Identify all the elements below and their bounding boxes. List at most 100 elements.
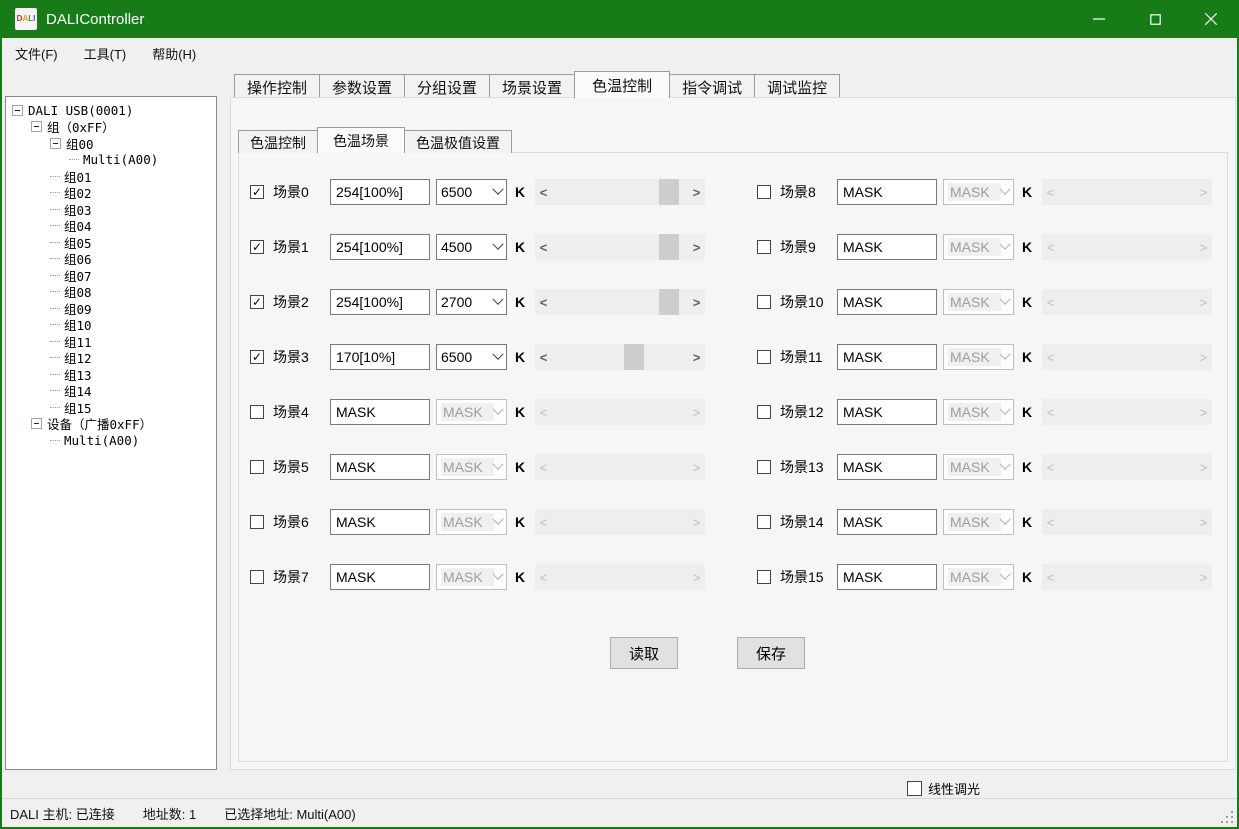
scene-level-input[interactable] [837,234,937,260]
tab-操作控制[interactable]: 操作控制 [234,74,320,98]
tree-item[interactable]: 设备（广播0xFF） [6,416,216,433]
linear-dimming-checkbox[interactable] [907,781,922,796]
scene-level-input[interactable] [837,344,937,370]
scene-checkbox[interactable]: ✓ [250,240,264,254]
scrollbar-left-arrow-icon[interactable]: < [535,179,552,205]
scene-checkbox[interactable] [757,515,771,529]
menu-item-1[interactable]: 工具(T) [71,39,140,68]
scene-scrollbar[interactable]: <> [535,344,705,370]
tree-item[interactable]: Multi(A00) [6,432,216,449]
menu-item-2[interactable]: 帮助(H) [139,39,209,68]
scrollbar-right-arrow-icon[interactable]: > [688,234,705,260]
scene-kelvin-dropdown[interactable]: MASK [943,234,1014,260]
scene-checkbox[interactable] [757,240,771,254]
scrollbar-thumb[interactable] [659,179,679,205]
maximize-button[interactable] [1127,0,1183,38]
scrollbar-left-arrow-icon[interactable]: < [535,289,552,315]
tree-item[interactable]: 组15 [6,399,216,416]
scene-checkbox[interactable]: ✓ [250,185,264,199]
linear-dimming-option[interactable]: 线性调光 [907,779,980,798]
scene-level-input[interactable] [837,564,937,590]
menu-item-0[interactable]: 文件(F) [2,39,71,68]
tree-item[interactable]: 组13 [6,366,216,383]
tree-expander-icon[interactable] [31,418,42,429]
tree-item[interactable]: 组07 [6,267,216,284]
scene-level-input[interactable] [837,509,937,535]
scene-level-input[interactable] [837,399,937,425]
scene-level-input[interactable] [330,454,430,480]
tab-场景设置[interactable]: 场景设置 [489,74,575,98]
tree-item[interactable]: 组02 [6,185,216,202]
tab-分组设置[interactable]: 分组设置 [404,74,490,98]
scene-level-input[interactable] [837,454,937,480]
scene-checkbox[interactable] [250,515,264,529]
scene-checkbox[interactable] [757,405,771,419]
scene-kelvin-dropdown[interactable]: MASK [943,344,1014,370]
read-button[interactable]: 读取 [610,637,678,669]
scrollbar-thumb[interactable] [624,344,644,370]
tree-item[interactable]: 组14 [6,383,216,400]
scene-level-input[interactable] [330,179,430,205]
scene-level-input[interactable] [837,289,937,315]
scrollbar-left-arrow-icon[interactable]: < [535,344,552,370]
scene-kelvin-dropdown[interactable]: MASK [436,454,507,480]
scene-kelvin-dropdown[interactable]: MASK [436,509,507,535]
minimize-button[interactable] [1071,0,1127,38]
scene-level-input[interactable] [330,564,430,590]
scene-checkbox[interactable] [250,405,264,419]
scene-checkbox[interactable] [757,350,771,364]
scene-level-input[interactable] [330,509,430,535]
device-tree[interactable]: DALI USB(0001)组（0xFF）组00Multi(A00)组01组02… [5,96,217,770]
scene-kelvin-dropdown[interactable]: 6500 [436,179,507,205]
tree-item[interactable]: 组（0xFF） [6,119,216,136]
tree-expander-icon[interactable] [12,105,23,116]
scene-level-input[interactable] [330,344,430,370]
scene-kelvin-dropdown[interactable]: MASK [436,399,507,425]
scene-kelvin-dropdown[interactable]: MASK [943,509,1014,535]
scene-scrollbar[interactable]: <> [535,179,705,205]
scene-scrollbar[interactable]: <> [535,289,705,315]
scene-checkbox[interactable]: ✓ [250,295,264,309]
scene-kelvin-dropdown[interactable]: MASK [943,289,1014,315]
tree-item[interactable]: Multi(A00) [6,152,216,169]
subtab-色温控制[interactable]: 色温控制 [238,130,318,153]
scrollbar-right-arrow-icon[interactable]: > [688,179,705,205]
scrollbar-left-arrow-icon[interactable]: < [535,234,552,260]
scrollbar-right-arrow-icon[interactable]: > [688,289,705,315]
tree-item[interactable]: 组06 [6,251,216,268]
scene-level-input[interactable] [330,399,430,425]
scene-checkbox[interactable] [250,460,264,474]
tree-item[interactable]: 组03 [6,201,216,218]
scene-checkbox[interactable] [757,295,771,309]
subtab-色温场景[interactable]: 色温场景 [317,127,405,153]
scene-kelvin-dropdown[interactable]: MASK [943,399,1014,425]
tree-item[interactable]: 组05 [6,234,216,251]
tab-调试监控[interactable]: 调试监控 [754,74,840,98]
tree-item[interactable]: 组08 [6,284,216,301]
scene-scrollbar[interactable]: <> [535,234,705,260]
scene-level-input[interactable] [837,179,937,205]
tree-item[interactable]: 组04 [6,218,216,235]
tree-expander-icon[interactable] [31,121,42,132]
scene-kelvin-dropdown[interactable]: MASK [943,564,1014,590]
tree-item[interactable]: 组10 [6,317,216,334]
tree-item[interactable]: 组00 [6,135,216,152]
scene-kelvin-dropdown[interactable]: 6500 [436,344,507,370]
tree-item[interactable]: DALI USB(0001) [6,102,216,119]
save-button[interactable]: 保存 [737,637,805,669]
scrollbar-right-arrow-icon[interactable]: > [688,344,705,370]
scene-checkbox[interactable] [757,185,771,199]
tree-item[interactable]: 组12 [6,350,216,367]
scene-kelvin-dropdown[interactable]: 2700 [436,289,507,315]
scene-checkbox[interactable] [757,460,771,474]
tab-色温控制[interactable]: 色温控制 [574,71,670,98]
scene-level-input[interactable] [330,234,430,260]
close-button[interactable] [1183,0,1239,38]
tree-item[interactable]: 组01 [6,168,216,185]
tree-item[interactable]: 组11 [6,333,216,350]
tab-指令调试[interactable]: 指令调试 [669,74,755,98]
scene-checkbox[interactable] [250,570,264,584]
tree-expander-icon[interactable] [50,138,61,149]
scene-level-input[interactable] [330,289,430,315]
scrollbar-thumb[interactable] [659,289,679,315]
